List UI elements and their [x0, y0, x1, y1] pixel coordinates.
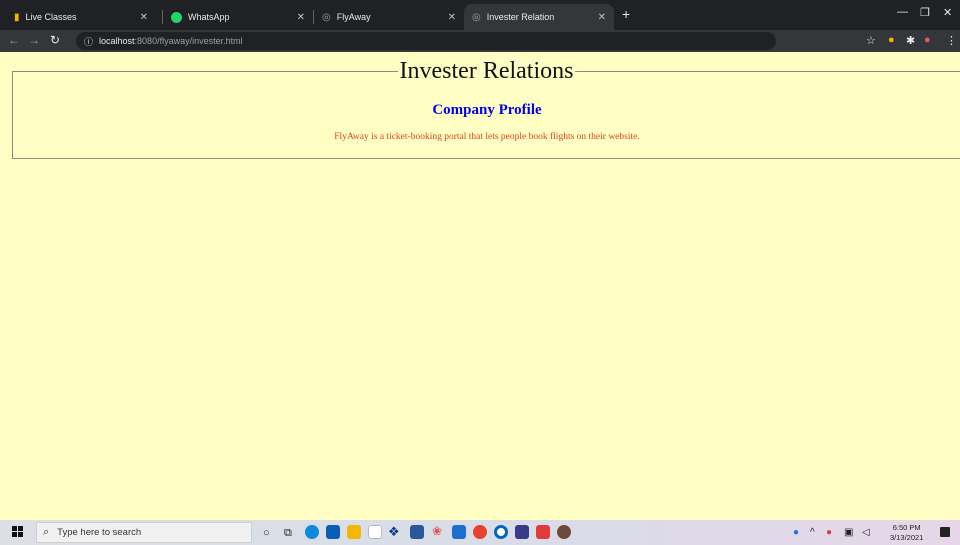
- people-icon[interactable]: ●: [793, 527, 799, 538]
- tab-whatsapp[interactable]: WhatsApp ✕: [163, 4, 313, 30]
- taskbar-search[interactable]: ⌕ Type here to search: [36, 522, 252, 543]
- page-title: Invester Relations: [397, 58, 576, 85]
- bookmark-star-icon[interactable]: ☆: [866, 34, 876, 47]
- tab-strip: ▮ Live Classes ✕ WhatsApp ✕ ◎ FlyAway ✕ …: [0, 0, 960, 30]
- globe-icon: ◎: [322, 11, 331, 23]
- page-content: Invester Relations Company Profile FlyAw…: [0, 52, 960, 520]
- app-icon[interactable]: ❀: [432, 524, 442, 538]
- company-profile-text: FlyAway is a ticket-booking portal that …: [334, 132, 640, 142]
- browser-toolbar: ← → ↻ ⓘ localhost :8080/flyaway/invester…: [0, 30, 960, 52]
- anydesk-icon[interactable]: [536, 525, 550, 539]
- url-path: :8080/flyaway/invester.html: [134, 36, 243, 46]
- chevron-up-icon[interactable]: ^: [810, 527, 815, 538]
- info-icon[interactable]: ⓘ: [84, 35, 93, 48]
- clock-time: 6:50 PM: [892, 523, 921, 532]
- cortana-icon[interactable]: ○: [263, 527, 270, 539]
- word-icon[interactable]: [410, 525, 424, 539]
- sublime-icon[interactable]: [452, 525, 466, 539]
- windows-start-icon[interactable]: [12, 526, 24, 538]
- url-host: localhost: [99, 36, 135, 46]
- terminal-icon[interactable]: [515, 525, 529, 539]
- address-bar[interactable]: ⓘ localhost :8080/flyaway/invester.html: [76, 32, 776, 50]
- notepad-icon[interactable]: [368, 525, 382, 539]
- globe-icon: ◎: [472, 11, 481, 23]
- forward-icon[interactable]: →: [28, 33, 40, 47]
- live-classes-icon: ▮: [14, 11, 20, 23]
- close-icon[interactable]: ✕: [297, 12, 305, 23]
- search-icon: ⌕: [43, 526, 50, 538]
- puzzle-icon[interactable]: ✱: [906, 34, 915, 47]
- minimize-icon[interactable]: —: [897, 6, 908, 18]
- back-icon[interactable]: ←: [8, 33, 20, 47]
- dropbox-icon[interactable]: ❖: [388, 524, 400, 540]
- store-icon[interactable]: [326, 525, 340, 539]
- close-window-icon[interactable]: ✕: [943, 6, 952, 19]
- cortana-app-icon[interactable]: [494, 525, 508, 539]
- tab-live-classes[interactable]: ▮ Live Classes ✕: [6, 4, 156, 30]
- tray-app-icon[interactable]: ●: [826, 527, 832, 538]
- tab-flyaway[interactable]: ◎ FlyAway ✕: [314, 4, 464, 30]
- chrome-icon[interactable]: [473, 525, 487, 539]
- clock-date: 3/13/2021: [890, 533, 924, 542]
- investor-fieldset: Invester Relations Company Profile FlyAw…: [12, 58, 960, 159]
- taskbar: ⌕ Type here to search ○ ⧉ ❖ ❀ ● ^ ● ▣ ◁ …: [0, 520, 960, 545]
- file-explorer-icon[interactable]: [347, 525, 361, 539]
- extension-icon[interactable]: ●: [888, 34, 895, 46]
- system-clock[interactable]: 6:50 PM 3/13/2021: [890, 523, 923, 543]
- menu-icon[interactable]: ⋮: [946, 34, 957, 47]
- volume-icon[interactable]: ◁: [862, 527, 870, 538]
- tab-title: WhatsApp: [188, 12, 230, 22]
- close-icon[interactable]: ✕: [448, 12, 456, 23]
- close-icon[interactable]: ✕: [140, 12, 148, 23]
- tab-title: FlyAway: [336, 12, 371, 22]
- whatsapp-icon: [171, 11, 182, 23]
- edge-icon[interactable]: [305, 525, 319, 539]
- task-view-icon[interactable]: ⧉: [284, 527, 292, 540]
- new-tab-button[interactable]: +: [622, 6, 630, 22]
- notification-icon[interactable]: [940, 527, 950, 537]
- tab-invester-relation[interactable]: ◎ Invester Relation ✕: [464, 4, 614, 30]
- close-icon[interactable]: ✕: [598, 12, 606, 23]
- company-profile-heading: Company Profile: [432, 102, 542, 118]
- reload-icon[interactable]: ↻: [50, 33, 60, 47]
- display-icon[interactable]: ▣: [844, 527, 853, 538]
- avatar[interactable]: ●: [924, 34, 931, 46]
- tab-title: Live Classes: [25, 12, 77, 22]
- restore-icon[interactable]: ❐: [920, 6, 930, 19]
- eclipse-icon[interactable]: [557, 525, 571, 539]
- tab-title: Invester Relation: [486, 12, 555, 22]
- search-placeholder: Type here to search: [57, 527, 142, 538]
